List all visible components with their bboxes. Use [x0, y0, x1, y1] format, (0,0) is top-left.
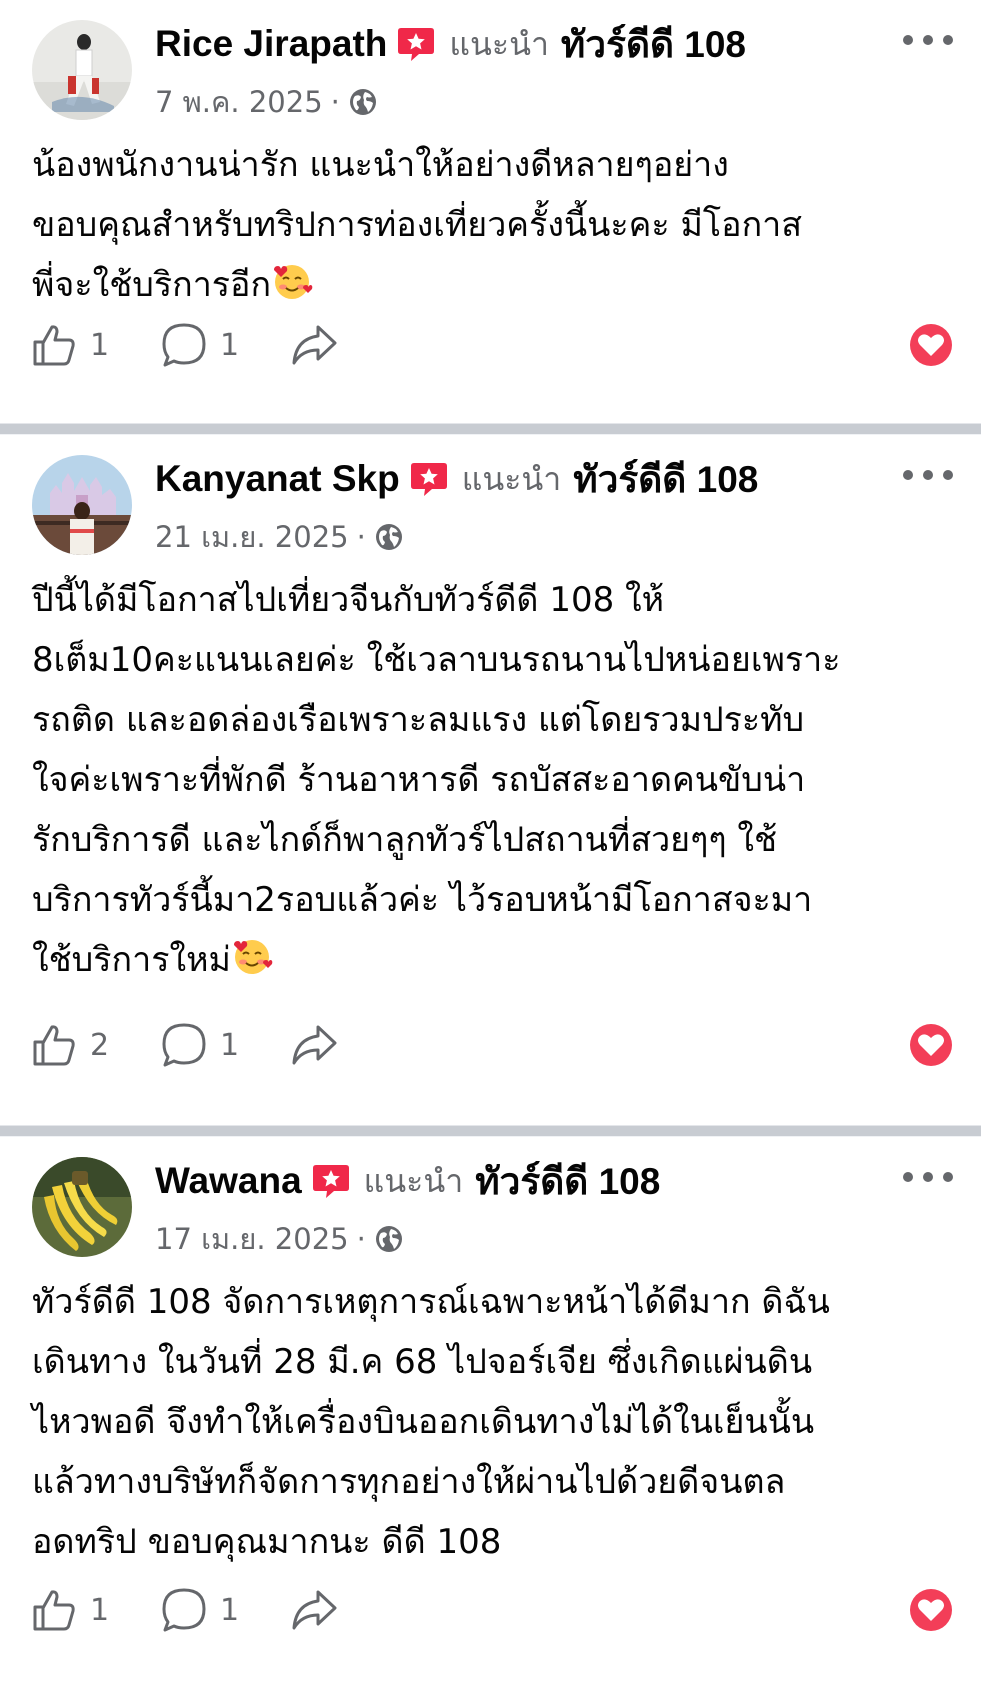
like-icon — [33, 1590, 75, 1631]
post-text: น้องพนักงานน่ารัก แนะนำให้อย่างดีหลายๆอย… — [32, 135, 953, 315]
post-line: บริการทัวร์นี้มา2รอบแล้วค่ะ ไว้รอบหน้ามี… — [32, 880, 813, 920]
post-line: อดทริป ขอบคุณมากนะ ดีดี 108 — [32, 1522, 502, 1562]
post-line: รถติด และอดล่องเรือเพราะลมแรง แต่โดยรวมป… — [32, 700, 805, 740]
globe-icon — [349, 89, 376, 115]
recommend-label: แนะนำ — [461, 459, 562, 498]
post-line: 8เต็ม10คะแนนเลยค่ะ ใช้เวลาบนรถนานไปหน่อย… — [32, 640, 841, 680]
recommend-badge-icon — [410, 463, 447, 496]
avatar[interactable] — [32, 455, 132, 555]
like-count: 2 — [90, 1027, 110, 1063]
comment-button[interactable]: 1 — [160, 321, 244, 369]
avatar[interactable] — [32, 1157, 132, 1257]
more-options-icon[interactable] — [903, 1165, 953, 1189]
recommend-badge-icon — [312, 1165, 349, 1198]
recommend-badge-icon — [398, 28, 435, 61]
like-button[interactable]: 1 — [30, 321, 114, 369]
post-line: พี่จะใช้บริการอีก — [32, 265, 272, 305]
post-line: เดินทาง ในวันที่ 28 มี.ค 68 ไปจอร์เจีย ซ… — [32, 1342, 813, 1382]
more-options-icon[interactable] — [903, 463, 953, 487]
author-name[interactable]: Rice Jirapath — [155, 23, 387, 65]
avatar[interactable] — [32, 20, 132, 120]
post-date[interactable]: 17 เม.ย. 2025 — [155, 1216, 349, 1262]
recommend-label: แนะนำ — [363, 1161, 464, 1200]
post-line: ไหวพอดี จึงทำให้เครื่องบินออกเดินทางไม่ไ… — [32, 1402, 815, 1442]
post-line: ใช้บริการใหม่ — [32, 940, 231, 980]
share-button[interactable] — [290, 321, 338, 369]
globe-icon — [375, 524, 402, 550]
separator-dot: · — [356, 520, 366, 554]
share-button[interactable] — [290, 1021, 338, 1069]
comment-icon — [162, 1588, 206, 1632]
like-count: 1 — [90, 1592, 110, 1628]
like-count: 1 — [90, 327, 110, 363]
comment-icon — [162, 1023, 206, 1067]
love-reaction-icon[interactable] — [909, 1588, 953, 1632]
post-line: แล้วทางบริษัทก็จัดการทุกอย่างให้ผ่านไปด้… — [32, 1462, 786, 1502]
comment-count: 1 — [220, 1592, 240, 1628]
recommend-label: แนะนำ — [449, 24, 549, 63]
separator-dot: · — [356, 1222, 366, 1256]
share-icon — [292, 1025, 337, 1065]
share-button[interactable] — [290, 1586, 338, 1634]
like-icon — [33, 325, 75, 366]
post-line: น้องพนักงานน่ารัก แนะนำให้อย่างดีหลายๆอย… — [32, 145, 729, 185]
author-name[interactable]: Kanyanat Skp — [155, 458, 400, 500]
post-text: ปีนี้ได้มีโอกาสไปเที่ยวจีนกับทัวร์ดีดี 1… — [32, 570, 953, 990]
page-name-link[interactable]: ทัวร์ดีดี 108 — [475, 1152, 660, 1211]
globe-icon — [375, 1226, 402, 1252]
post-text: ทัวร์ดีดี 108 จัดการเหตุการณ์เฉพาะหน้าได… — [32, 1272, 953, 1572]
post-separator — [0, 423, 981, 435]
post-separator — [0, 1125, 981, 1137]
comment-count: 1 — [220, 1027, 240, 1063]
page-name-link[interactable]: ทัวร์ดีดี 108 — [561, 15, 746, 74]
more-options-icon[interactable] — [903, 28, 953, 52]
review-post: Rice Jirapath แนะนำ ทัวร์ดีดี 108 7 พ.ค.… — [0, 0, 981, 423]
page-name-link[interactable]: ทัวร์ดีดี 108 — [573, 450, 758, 509]
author-name[interactable]: Wawana — [155, 1160, 302, 1202]
comment-count: 1 — [220, 327, 240, 363]
review-post: Wawana แนะนำ ทัวร์ดีดี 108 17 เม.ย. 2025… — [0, 1137, 981, 1681]
review-post: Kanyanat Skp แนะนำ ทัวร์ดีดี 108 21 เม.ย… — [0, 435, 981, 1125]
post-line: ขอบคุณสำหรับทริปการท่องเที่ยวครั้งนี้นะค… — [32, 205, 802, 245]
share-icon — [292, 1590, 337, 1630]
comment-button[interactable]: 1 — [160, 1586, 244, 1634]
smiling-hearts-emoji — [274, 265, 313, 299]
comment-button[interactable]: 1 — [160, 1021, 244, 1069]
separator-dot: · — [330, 85, 340, 119]
like-button[interactable]: 2 — [30, 1021, 114, 1069]
post-line: ปีนี้ได้มีโอกาสไปเที่ยวจีนกับทัวร์ดีดี 1… — [32, 580, 665, 620]
like-button[interactable]: 1 — [30, 1586, 114, 1634]
like-icon — [33, 1025, 75, 1066]
share-icon — [292, 325, 337, 365]
smiling-hearts-emoji — [233, 940, 273, 974]
post-line: รักบริการดี และไกด์ก็พาลูกทัวร์ไปสถานที่… — [32, 820, 778, 860]
post-line: ใจค่ะเพราะที่พักดี ร้านอาหารดี รถบัสสะอา… — [32, 760, 806, 800]
post-line: ทัวร์ดีดี 108 จัดการเหตุการณ์เฉพาะหน้าได… — [32, 1282, 830, 1322]
comment-icon — [162, 323, 206, 367]
post-date[interactable]: 21 เม.ย. 2025 — [155, 514, 349, 560]
love-reaction-icon[interactable] — [909, 1023, 953, 1067]
love-reaction-icon[interactable] — [909, 323, 953, 367]
post-date[interactable]: 7 พ.ค. 2025 — [155, 79, 323, 125]
